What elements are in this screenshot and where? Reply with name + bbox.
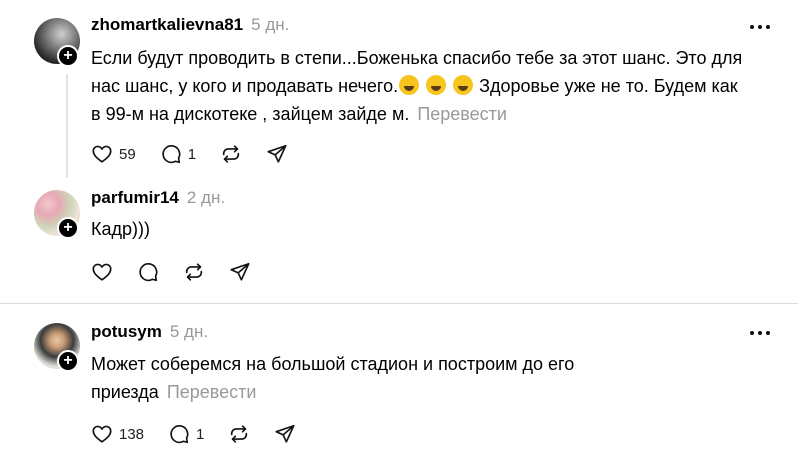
username[interactable]: potusym [91, 322, 162, 342]
repost-button[interactable] [183, 260, 205, 284]
reply-button[interactable] [137, 260, 159, 284]
like-button[interactable] [91, 260, 113, 284]
reply-count: 1 [187, 145, 197, 163]
timestamp[interactable]: 5 дн. [251, 15, 289, 35]
reply-count: 1 [196, 425, 205, 443]
timestamp[interactable]: 2 дн. [187, 188, 225, 208]
more-icon[interactable] [750, 331, 770, 335]
share-icon [275, 424, 295, 443]
rofl-emoji-icon [399, 75, 420, 95]
more-icon[interactable] [750, 25, 770, 29]
rofl-emoji-icon [453, 75, 474, 95]
comment-text: Может соберемся на большой стадион и пос… [91, 354, 575, 402]
thread-divider [0, 303, 798, 304]
like-button[interactable]: 138 [91, 422, 144, 446]
like-button[interactable]: 59 [91, 142, 136, 166]
thread-line [66, 74, 68, 178]
repost-button[interactable] [228, 422, 250, 446]
repost-icon [222, 145, 240, 163]
heart-icon [92, 145, 112, 163]
heart-icon [92, 425, 112, 443]
comment-icon [162, 145, 181, 164]
reply-button[interactable]: 1 [168, 422, 204, 446]
follow-plus-icon[interactable]: + [57, 217, 79, 239]
follow-plus-icon[interactable]: + [57, 45, 79, 67]
repost-icon [231, 425, 248, 443]
comment-icon [139, 263, 158, 282]
username[interactable]: parfumir14 [91, 188, 179, 208]
comment-text: Если будут проводить в степи...Боженька … [91, 48, 743, 124]
heart-icon [92, 263, 112, 281]
rofl-emoji-icon [426, 75, 447, 95]
like-count: 59 [119, 145, 136, 163]
repost-icon [185, 263, 203, 281]
comment-text: Кадр))) [91, 219, 150, 239]
translate-link[interactable]: Перевести [417, 104, 507, 124]
share-button[interactable] [266, 142, 288, 166]
comment-icon [170, 425, 189, 444]
username[interactable]: zhomartkalievna81 [91, 15, 243, 35]
share-button[interactable] [229, 260, 251, 284]
follow-plus-icon[interactable]: + [57, 350, 79, 372]
reply-button[interactable]: 1 [160, 142, 196, 166]
share-button[interactable] [274, 422, 296, 446]
timestamp[interactable]: 5 дн. [170, 322, 208, 342]
repost-button[interactable] [220, 142, 242, 166]
share-icon [267, 144, 287, 163]
translate-link[interactable]: Перевести [167, 382, 257, 402]
share-icon [230, 262, 250, 281]
like-count: 138 [119, 425, 145, 443]
